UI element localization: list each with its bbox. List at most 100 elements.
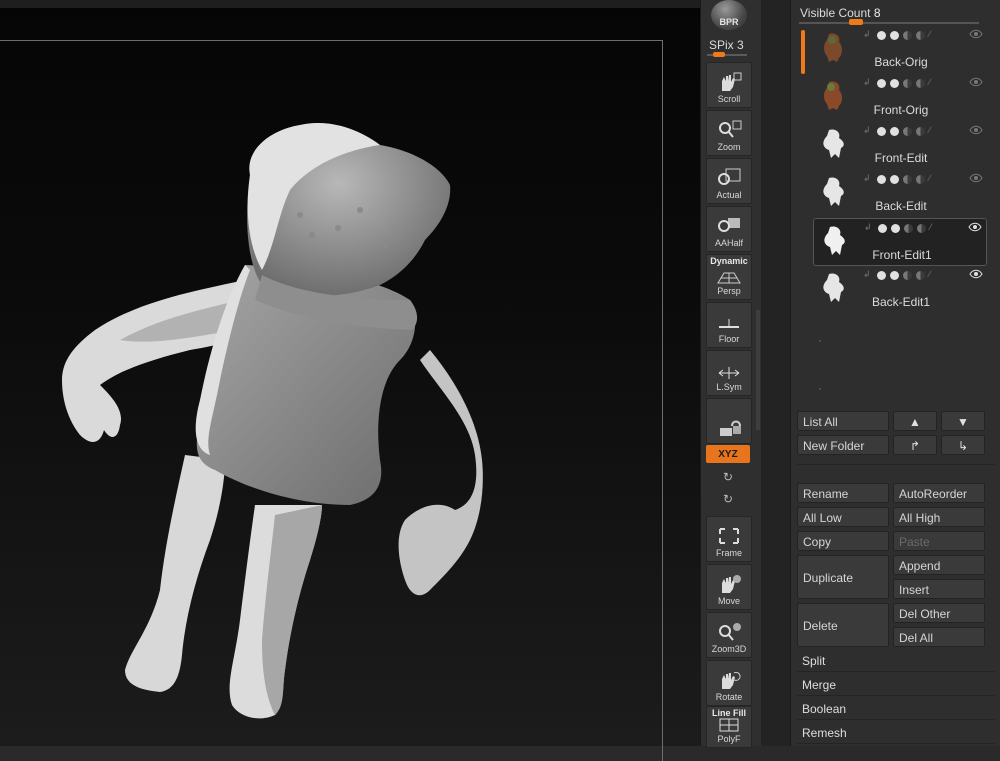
- tg-brush-icon[interactable]: ⁄: [929, 270, 939, 280]
- bpr-button[interactable]: BPR: [711, 0, 747, 30]
- tg-half-icon[interactable]: [903, 78, 912, 88]
- tg-on-icon[interactable]: [890, 78, 899, 88]
- zoom-button[interactable]: Zoom: [706, 110, 752, 156]
- tg-half-icon[interactable]: [903, 30, 912, 40]
- tg-half-icon[interactable]: [903, 126, 912, 136]
- tg-brush-icon[interactable]: ⁄: [929, 174, 939, 184]
- split-section[interactable]: Split: [797, 650, 995, 672]
- tg-half-icon[interactable]: [916, 78, 925, 88]
- zoom3d-button[interactable]: Zoom3D: [706, 612, 752, 658]
- spix-slider-knob[interactable]: [713, 52, 725, 57]
- canvas-viewport[interactable]: [0, 0, 700, 761]
- eye-icon[interactable]: [969, 269, 983, 279]
- scroll-button[interactable]: Scroll: [706, 62, 752, 108]
- rotate-button[interactable]: Rotate: [706, 660, 752, 706]
- eye-icon[interactable]: [969, 125, 983, 135]
- tg-half-icon[interactable]: [917, 223, 926, 233]
- scroll-label: Scroll: [717, 94, 741, 104]
- lsym-button[interactable]: L.Sym: [706, 350, 752, 396]
- paste-button[interactable]: Paste: [893, 531, 985, 551]
- list-all-button[interactable]: List All: [797, 411, 889, 431]
- move-up-button[interactable]: ▲: [893, 411, 937, 431]
- polyf-button[interactable]: Line Fill PolyF: [706, 706, 752, 748]
- subtool-item-selected[interactable]: ↲ ⁄ Front-Edit1: [813, 218, 987, 266]
- floor-grid-icon: [719, 319, 739, 328]
- shelf-scrollbar[interactable]: [756, 310, 760, 430]
- eye-icon[interactable]: [969, 173, 983, 183]
- tg-on-icon[interactable]: [890, 30, 899, 40]
- tg-half-icon[interactable]: [916, 270, 925, 280]
- tg-half-icon[interactable]: [904, 223, 913, 233]
- tg-on-icon[interactable]: [890, 270, 899, 280]
- rotate-z-icon[interactable]: ↻: [721, 492, 735, 506]
- xyz-rotate-button[interactable]: XYZ: [706, 445, 750, 463]
- sculpt-model[interactable]: [0, 0, 700, 746]
- subtool-item[interactable]: ↲ ⁄ Back-Orig: [813, 26, 987, 72]
- tg-on-icon[interactable]: [891, 223, 900, 233]
- tg-arrow-icon[interactable]: ↲: [863, 126, 873, 136]
- arrow-up-icon: ▲: [909, 415, 921, 429]
- floor-button[interactable]: Floor: [706, 302, 752, 348]
- insert-button[interactable]: Insert: [893, 579, 985, 599]
- subtool-toggles: ↲ ⁄: [864, 223, 940, 233]
- eye-icon[interactable]: [969, 77, 983, 87]
- boolean-section[interactable]: Boolean: [797, 698, 995, 720]
- tg-on-icon[interactable]: [890, 126, 899, 136]
- tg-arrow-icon[interactable]: ↲: [863, 270, 873, 280]
- tg-on-icon[interactable]: [890, 174, 899, 184]
- all-low-button[interactable]: All Low: [797, 507, 889, 527]
- rename-button[interactable]: Rename: [797, 483, 889, 503]
- tg-on-icon[interactable]: [877, 30, 886, 40]
- actual-button[interactable]: Actual: [706, 158, 752, 204]
- delete-button[interactable]: Delete: [797, 603, 889, 647]
- del-other-button[interactable]: Del Other: [893, 603, 985, 623]
- tg-brush-icon[interactable]: ⁄: [930, 223, 940, 233]
- tg-on-icon[interactable]: [877, 78, 886, 88]
- frame-button[interactable]: Frame: [706, 516, 752, 562]
- tg-brush-icon[interactable]: ⁄: [929, 30, 939, 40]
- subtool-list-scrollbar[interactable]: [801, 30, 805, 74]
- rotate-y-icon[interactable]: ↻: [721, 470, 735, 484]
- copy-button[interactable]: Copy: [797, 531, 889, 551]
- folder-in-button[interactable]: ↳: [941, 435, 985, 455]
- tg-on-icon[interactable]: [878, 223, 887, 233]
- lock-camera-button[interactable]: [706, 398, 752, 444]
- all-high-button[interactable]: All High: [893, 507, 985, 527]
- remesh-section[interactable]: Remesh: [797, 722, 995, 744]
- tg-half-icon[interactable]: [903, 174, 912, 184]
- tg-half-icon[interactable]: [916, 30, 925, 40]
- subtool-item[interactable]: ↲ ⁄ Back-Edit: [813, 170, 987, 216]
- autoreorder-button[interactable]: AutoReorder: [893, 483, 985, 503]
- new-folder-button[interactable]: New Folder: [797, 435, 889, 455]
- folder-out-button[interactable]: ↱: [893, 435, 937, 455]
- tg-on-icon[interactable]: [877, 126, 886, 136]
- eye-icon[interactable]: [969, 29, 983, 39]
- del-all-button[interactable]: Del All: [893, 627, 985, 647]
- tg-arrow-icon[interactable]: ↲: [863, 174, 873, 184]
- aahalf-button[interactable]: AAHalf: [706, 206, 752, 252]
- tg-on-icon[interactable]: [877, 174, 886, 184]
- lsym-label: L.Sym: [716, 382, 742, 392]
- visible-count-knob[interactable]: [849, 19, 863, 25]
- merge-section[interactable]: Merge: [797, 674, 995, 696]
- tg-half-icon[interactable]: [903, 270, 912, 280]
- persp-button[interactable]: Dynamic Persp: [706, 254, 752, 300]
- move-down-button[interactable]: ▼: [941, 411, 985, 431]
- subtool-item[interactable]: ↲ ⁄ Back-Edit1: [813, 266, 987, 312]
- move-button[interactable]: Move: [706, 564, 752, 610]
- tg-arrow-icon[interactable]: ↲: [863, 30, 873, 40]
- tg-brush-icon[interactable]: ⁄: [929, 78, 939, 88]
- tg-half-icon[interactable]: [916, 126, 925, 136]
- xyz-label: XYZ: [718, 448, 738, 460]
- tg-brush-icon[interactable]: ⁄: [929, 126, 939, 136]
- subtool-item[interactable]: ↲ ⁄ Front-Orig: [813, 74, 987, 120]
- duplicate-button[interactable]: Duplicate: [797, 555, 889, 599]
- append-button[interactable]: Append: [893, 555, 985, 575]
- tg-on-icon[interactable]: [877, 270, 886, 280]
- visible-count-slider[interactable]: [799, 22, 979, 24]
- tg-arrow-icon[interactable]: ↲: [863, 78, 873, 88]
- tg-arrow-icon[interactable]: ↲: [864, 223, 874, 233]
- subtool-item[interactable]: ↲ ⁄ Front-Edit: [813, 122, 987, 168]
- tg-half-icon[interactable]: [916, 174, 925, 184]
- eye-icon[interactable]: [968, 222, 982, 232]
